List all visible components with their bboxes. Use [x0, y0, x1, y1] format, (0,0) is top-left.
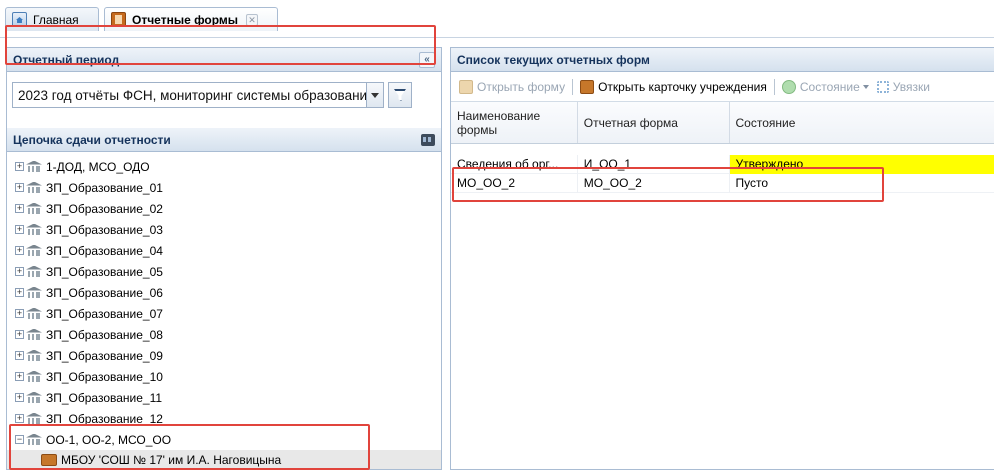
- expander-icon[interactable]: +: [15, 309, 24, 318]
- open-card-label: Открыть карточку учреждения: [598, 79, 767, 94]
- filter-button[interactable]: [388, 82, 412, 108]
- close-icon[interactable]: ✕: [246, 13, 259, 26]
- institution-icon: [26, 287, 42, 299]
- institution-icon: [26, 350, 42, 362]
- tree-node-label: ЗП_Образование_08: [46, 327, 163, 342]
- links-icon: [876, 80, 889, 93]
- state-icon: [781, 79, 796, 94]
- institution-icon: [26, 308, 42, 320]
- period-selector-row: 2023 год отчёты ФСН, мониторинг системы …: [7, 72, 441, 128]
- toolbar-separator: [572, 78, 574, 95]
- chain-title: Цепочка сдачи отчетности: [13, 132, 171, 147]
- expander-icon[interactable]: +: [15, 393, 24, 402]
- expander-icon[interactable]: +: [15, 414, 24, 423]
- tree-node-label: ЗП_Образование_07: [46, 306, 163, 321]
- chain-header: Цепочка сдачи отчетности: [7, 128, 441, 152]
- tree-node-label: ЗП_Образование_05: [46, 264, 163, 279]
- expander-icon[interactable]: +: [15, 372, 24, 381]
- tree-node[interactable]: + ЗП_Образование_03: [7, 219, 441, 240]
- tree-node-label: 1-ДОД, МСО_ОДО: [46, 159, 150, 174]
- tree-node-label: ЗП_Образование_03: [46, 222, 163, 237]
- institution-icon: [26, 245, 42, 257]
- open-form-label: Открыть форму: [477, 79, 566, 94]
- institution-icon: [26, 371, 42, 383]
- reporting-chain-tree: +1-ДОД, МСО_ОДО + ЗП_Образование_01 + ЗП_О…: [7, 152, 441, 469]
- expander-icon[interactable]: +: [15, 267, 24, 276]
- expander-icon[interactable]: +: [15, 246, 24, 255]
- tree-node[interactable]: + ЗП_Образование_10: [7, 366, 441, 387]
- institution-icon: [26, 182, 42, 194]
- tree-node-label: ЗП_Образование_01: [46, 180, 163, 195]
- dropdown-arrow-icon[interactable]: [366, 83, 383, 107]
- forms-toolbar: Открыть форму Открыть карточку учреждени…: [451, 72, 994, 102]
- column-header-state[interactable]: Состояние: [730, 102, 994, 143]
- links-label: Увязки: [892, 79, 930, 94]
- toolbar-separator: [773, 78, 775, 95]
- tree-node[interactable]: + ЗП_Образование_01: [7, 177, 441, 198]
- period-value[interactable]: 2023 год отчёты ФСН, мониторинг системы …: [13, 88, 366, 103]
- tree-node-label: ЗП_Образование_06: [46, 285, 163, 300]
- state-label: Состояние: [799, 79, 860, 94]
- tree-node-label: ЗП_Образование_02: [46, 201, 163, 216]
- period-combobox[interactable]: 2023 год отчёты ФСН, мониторинг системы …: [12, 82, 384, 108]
- forms-list-title: Список текущих отчетных форм: [457, 52, 650, 67]
- institution-icon: [26, 266, 42, 278]
- grid-header: Наименование формы Отчетная форма Состоя…: [451, 102, 994, 144]
- institution-icon: [26, 413, 42, 425]
- links-button[interactable]: Увязки: [876, 79, 930, 94]
- institution-icon: [26, 224, 42, 236]
- expander-icon[interactable]: +: [15, 162, 24, 171]
- tree-node-label: ЗП_Образование_09: [46, 348, 163, 363]
- highlight-frame-period: [5, 25, 436, 65]
- highlight-frame-row: [452, 167, 884, 202]
- tree-node[interactable]: + ЗП_Образование_09: [7, 345, 441, 366]
- tree-node[interactable]: + ЗП_Образование_07: [7, 303, 441, 324]
- tree-node-label: ЗП_Образование_10: [46, 369, 163, 384]
- tree-node[interactable]: + ЗП_Образование_06: [7, 282, 441, 303]
- chevron-down-icon: [862, 84, 869, 89]
- tree-node[interactable]: +1-ДОД, МСО_ОДО: [7, 156, 441, 177]
- open-form-icon: [459, 79, 473, 94]
- open-form-button[interactable]: Открыть форму: [459, 79, 566, 94]
- institution-icon: [26, 329, 42, 341]
- institution-icon: [26, 203, 42, 215]
- right-panel: Список текущих отчетных форм Открыть фор…: [450, 47, 994, 470]
- filter-icon: [394, 89, 406, 101]
- tree-node-label: ЗП_Образование_11: [46, 390, 163, 405]
- expander-icon[interactable]: +: [15, 225, 24, 234]
- left-panel: Отчетный период « 2023 год отчёты ФСН, м…: [6, 47, 442, 470]
- institution-icon: [26, 161, 42, 173]
- expander-icon[interactable]: +: [15, 183, 24, 192]
- expander-icon[interactable]: +: [15, 204, 24, 213]
- institution-icon: [26, 392, 42, 404]
- tree-node-label: ЗП_Образование_04: [46, 243, 163, 258]
- tree-node[interactable]: + ЗП_Образование_11: [7, 387, 441, 408]
- tree-node[interactable]: + ЗП_Образование_04: [7, 240, 441, 261]
- expander-icon[interactable]: +: [15, 288, 24, 297]
- binoculars-icon[interactable]: [421, 133, 435, 146]
- column-header-form[interactable]: Отчетная форма: [578, 102, 730, 143]
- forms-list-header: Список текущих отчетных форм: [451, 48, 994, 72]
- highlight-frame-tree-node: [9, 424, 370, 470]
- open-card-button[interactable]: Открыть карточку учреждения: [580, 79, 767, 94]
- expander-icon[interactable]: +: [15, 330, 24, 339]
- expander-icon[interactable]: +: [15, 351, 24, 360]
- column-header-name[interactable]: Наименование формы: [451, 102, 578, 143]
- tree-node[interactable]: + ЗП_Образование_05: [7, 261, 441, 282]
- open-card-icon: [580, 79, 595, 94]
- tree-node[interactable]: + ЗП_Образование_08: [7, 324, 441, 345]
- state-button[interactable]: Состояние: [781, 79, 869, 94]
- tree-node[interactable]: + ЗП_Образование_02: [7, 198, 441, 219]
